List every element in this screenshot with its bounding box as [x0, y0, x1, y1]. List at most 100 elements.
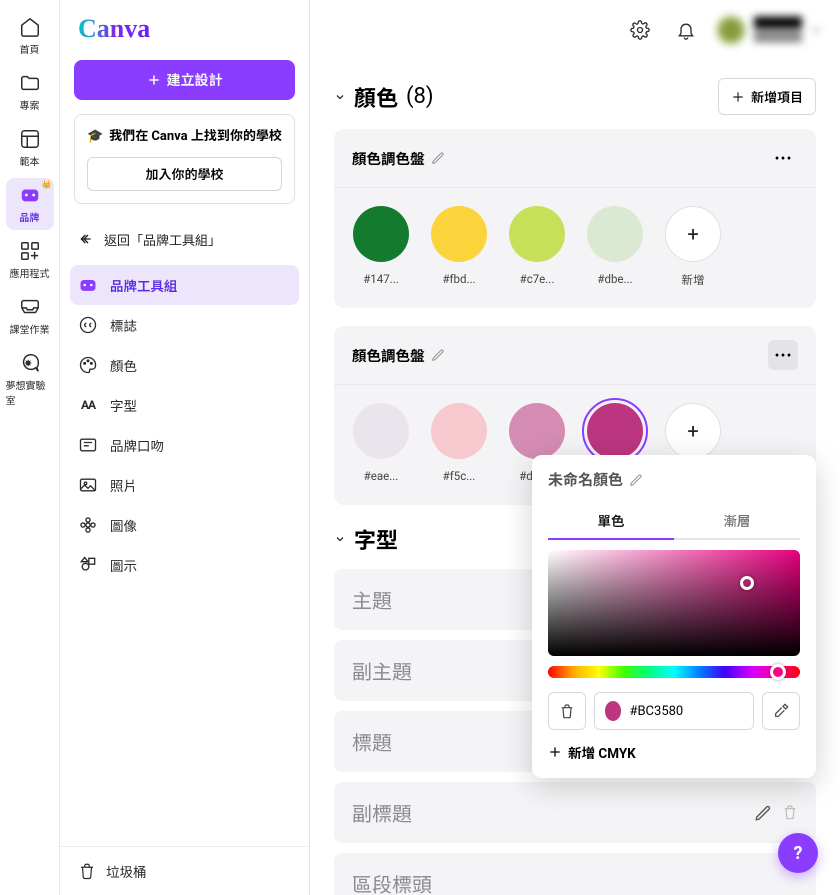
rail-projects[interactable]: 專案	[6, 66, 54, 118]
trash-icon	[78, 862, 96, 880]
swatch-circle[interactable]	[587, 403, 643, 459]
arrow-left-icon	[78, 231, 94, 247]
tab-solid[interactable]: 單色	[548, 502, 674, 540]
swatch-circle[interactable]	[587, 206, 643, 262]
home-icon	[19, 16, 41, 38]
notifications-button[interactable]	[670, 14, 702, 46]
template-icon	[19, 128, 41, 150]
chat-icon	[19, 352, 41, 374]
hex-input[interactable]	[629, 704, 743, 719]
plus-icon	[548, 745, 562, 759]
palette-icon	[78, 355, 98, 375]
cc-icon	[78, 315, 98, 335]
back-label: 返回「品牌工具組」	[104, 230, 221, 249]
palette-swatches: #147...#fbd...#c7e...#dbe...+新增	[334, 188, 816, 308]
rail-brand[interactable]: 👑 品牌	[6, 178, 54, 230]
hue-slider[interactable]	[548, 666, 800, 678]
rail-label: 應用程式	[10, 265, 50, 280]
add-item-button[interactable]: 新增項目	[718, 78, 816, 115]
apps-icon	[19, 240, 41, 262]
hue-handle[interactable]	[770, 664, 786, 680]
color-sample	[605, 701, 621, 721]
pencil-icon[interactable]	[754, 804, 772, 822]
tab-gradient[interactable]: 漸層	[674, 502, 800, 540]
swatch-label: #c7e...	[520, 272, 555, 286]
rail-templates[interactable]: 範本	[6, 122, 54, 174]
plus-icon	[147, 73, 161, 87]
swatch-circle[interactable]	[353, 206, 409, 262]
chevron-down-icon[interactable]	[334, 91, 346, 103]
nav-graphic[interactable]: 圖像	[70, 505, 299, 545]
create-design-button[interactable]: 建立設計	[74, 60, 295, 100]
nav-voice[interactable]: 品牌口吻	[70, 425, 299, 465]
colors-section-header: 顏色 (8) 新增項目	[334, 78, 816, 115]
rail-home[interactable]: 首頁	[6, 10, 54, 62]
palette-menu-button[interactable]: ⋯	[768, 143, 798, 173]
nav-brand-kit[interactable]: 品牌工具組	[70, 265, 299, 305]
join-school-button[interactable]: 加入你的學校	[87, 157, 282, 191]
sidebar: Canva 建立設計 🎓我們在 Canva 上找到你的學校 加入你的學校 返回「…	[60, 0, 310, 895]
nav-icon[interactable]: 圖示	[70, 545, 299, 585]
rail-label: 首頁	[20, 41, 40, 56]
nav-font[interactable]: AA 字型	[70, 385, 299, 425]
nav-logo[interactable]: 標誌	[70, 305, 299, 345]
rail-dreamlab[interactable]: 夢想實驗室	[6, 346, 54, 413]
nav-color[interactable]: 顏色	[70, 345, 299, 385]
pencil-icon[interactable]	[629, 473, 643, 487]
bell-icon	[676, 20, 696, 40]
picker-tabs: 單色 漸層	[548, 502, 800, 540]
add-color-swatch: +新增	[664, 206, 722, 288]
saturation-value-area[interactable]	[548, 550, 800, 656]
swatch-circle[interactable]	[353, 403, 409, 459]
folder-icon	[19, 72, 41, 94]
trash-icon[interactable]	[782, 804, 798, 820]
font-row-name: 副主題	[352, 656, 412, 685]
hex-input-wrapper	[594, 692, 754, 730]
brand-kit-icon	[78, 275, 98, 295]
user-menu[interactable]: ████ ████	[716, 15, 822, 45]
swatch-label: #147...	[363, 272, 399, 286]
add-color-button[interactable]: +	[665, 403, 721, 459]
palette-menu-button[interactable]: ⋯	[768, 340, 798, 370]
pencil-icon[interactable]	[431, 348, 445, 362]
eyedropper-icon	[773, 703, 789, 719]
chevron-down-icon[interactable]	[334, 533, 346, 545]
add-color-button[interactable]: +	[665, 206, 721, 262]
sv-handle[interactable]	[740, 576, 754, 590]
font-row[interactable]: 副標題	[334, 782, 816, 843]
swatch-circle[interactable]	[509, 403, 565, 459]
color-swatch: #c7e...	[508, 206, 566, 288]
help-button[interactable]: ?	[778, 833, 818, 873]
brand-icon	[19, 184, 41, 206]
font-row[interactable]: 區段標頭	[334, 853, 816, 895]
pencil-icon[interactable]	[431, 151, 445, 165]
canva-logo[interactable]: Canva	[60, 0, 309, 54]
rail-label: 課堂作業	[10, 321, 50, 336]
add-cmyk-link[interactable]: 新增 CMYK	[548, 742, 800, 762]
school-card: 🎓我們在 Canva 上找到你的學校 加入你的學校	[74, 114, 295, 204]
rail-apps[interactable]: 應用程式	[6, 234, 54, 286]
color-swatch: #f5c...	[430, 403, 488, 485]
nav-photo[interactable]: 照片	[70, 465, 299, 505]
rail-label: 專案	[20, 97, 40, 112]
rail-label: 範本	[20, 153, 40, 168]
chevron-down-icon	[810, 24, 822, 36]
swatch-circle[interactable]	[431, 403, 487, 459]
font-row-name: 標題	[352, 727, 392, 756]
swatch-circle[interactable]	[509, 206, 565, 262]
settings-button[interactable]	[624, 14, 656, 46]
school-message: 我們在 Canva 上找到你的學校	[109, 127, 282, 147]
section-title-text: 顏色	[354, 81, 398, 113]
rail-classwork[interactable]: 課堂作業	[6, 290, 54, 342]
section-count: (8)	[406, 84, 434, 109]
nav-list: 品牌工具組 標誌 顏色 AA 字型 品牌口吻 照片 圖像 圖示	[60, 261, 309, 847]
color-picker-popover: 未命名顏色 單色 漸層 新增 CMYK	[532, 455, 816, 778]
eyedropper-button[interactable]	[762, 692, 800, 730]
trash-link[interactable]: 垃圾桶	[60, 846, 309, 895]
delete-color-button[interactable]	[548, 692, 586, 730]
swatch-circle[interactable]	[431, 206, 487, 262]
crown-badge-icon: 👑	[42, 180, 52, 189]
font-row-name: 副標題	[352, 798, 412, 827]
color-swatch: #fbd...	[430, 206, 488, 288]
back-link[interactable]: 返回「品牌工具組」	[60, 218, 309, 261]
